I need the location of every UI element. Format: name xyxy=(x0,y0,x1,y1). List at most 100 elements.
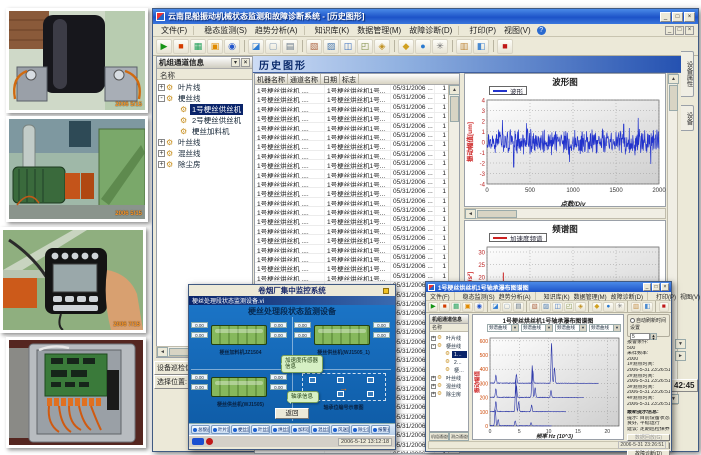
column-header[interactable]: 标志 xyxy=(340,74,359,84)
expand-toggle-icon[interactable]: + xyxy=(158,161,165,168)
table-row[interactable]: 1号梗丝烘丝机 .... 1号梗丝烘丝机1号... 05/31/2006 ...… xyxy=(255,179,450,188)
toolbar-button-icon[interactable]: ● xyxy=(603,302,613,312)
mdi-minimize-button[interactable]: _ xyxy=(665,26,674,35)
menu-item[interactable]: 打印(P) xyxy=(465,25,500,36)
toolbar-button-icon[interactable]: ◫ xyxy=(552,302,562,312)
column-header[interactable]: 机器名称 xyxy=(255,74,288,84)
scroll-up-icon[interactable]: ▲ xyxy=(449,85,460,95)
scada-inner-titlebar[interactable]: 梗丝处理段状态监测设备.vi xyxy=(189,296,395,305)
toolbar-button-icon[interactable] xyxy=(299,39,305,54)
expand-toggle-icon[interactable]: + xyxy=(431,392,436,397)
toolbar-button-icon[interactable]: ◉ xyxy=(224,39,240,54)
scada-outer-titlebar[interactable]: 卷烟厂集中监控系统 xyxy=(189,285,395,296)
toolbar-button-icon[interactable] xyxy=(490,39,496,54)
table-row[interactable]: 1号梗丝烘丝机 .... 1号梗丝烘丝机1号... 05/31/2006 ...… xyxy=(255,245,450,254)
menu-item[interactable] xyxy=(458,26,463,35)
toolbar-button-icon[interactable]: ✳ xyxy=(432,39,448,54)
table-row[interactable]: 1号梗丝烘丝机 .... 1号梗丝烘丝机1号... 05/31/2006 ...… xyxy=(255,188,450,197)
machine-graphic[interactable] xyxy=(211,377,267,397)
table-row[interactable]: 1号梗丝烘丝机 .... 1号梗丝烘丝机1号... 05/31/2006 ...… xyxy=(255,85,450,94)
spinner-buttons[interactable]: ▲▼ xyxy=(650,333,657,340)
tree-item[interactable]: 1号梗丝供丝机 xyxy=(431,350,467,358)
restore-button[interactable]: □ xyxy=(652,283,660,291)
taskbar-item[interactable]: 风送监控 xyxy=(331,425,350,434)
tree-item[interactable]: 1号梗丝供丝机 xyxy=(158,104,251,115)
toolbar-button-icon[interactable]: ◪ xyxy=(248,39,264,54)
scroll-thumb[interactable] xyxy=(477,210,517,218)
menu-item[interactable]: 数据管理(M) xyxy=(353,25,405,36)
menu-item[interactable] xyxy=(304,26,309,35)
toolbar-button-icon[interactable]: ✳ xyxy=(615,302,625,312)
toolbar-button-icon[interactable]: ◧ xyxy=(473,39,489,54)
taskbar-item[interactable]: 除尘监控 xyxy=(351,425,370,434)
table-row[interactable]: 1号梗丝烘丝机 .... 1号梗丝烘丝机1号... 05/31/2006 ...… xyxy=(255,170,450,179)
table-row[interactable]: 1号梗丝烘丝机 .... 1号梗丝烘丝机1号... 05/31/2006 ...… xyxy=(255,151,450,160)
scroll-down-button[interactable]: ▼ xyxy=(675,339,686,349)
taskbar-item[interactable]: 梗丝监控 xyxy=(231,425,250,434)
toolbar-button-icon[interactable]: ◉ xyxy=(474,302,484,312)
table-row[interactable]: 1号梗丝烘丝机 .... 1号梗丝烘丝机1号... 05/31/2006 ...… xyxy=(255,123,450,132)
menu-item[interactable]: 稳态监测(S) xyxy=(200,25,251,36)
table-row[interactable]: 1号梗丝烘丝机 .... 1号梗丝烘丝机1号... 05/31/2006 ...… xyxy=(255,207,450,216)
toolbar-button-icon[interactable]: ▦ xyxy=(451,302,461,312)
tree-item[interactable]: - 梗丝线 xyxy=(158,93,251,104)
spectrum-curve-dropdown[interactable]: 频谱曲线 ▼ xyxy=(589,324,621,332)
mdi-close-button[interactable]: × xyxy=(685,26,694,35)
toolbar-button-icon[interactable]: ▧ xyxy=(306,39,322,54)
column-header[interactable]: 通道名称 xyxy=(288,74,321,84)
minimize-dot-icon[interactable] xyxy=(383,288,389,294)
expand-toggle-icon[interactable]: + xyxy=(431,336,436,341)
menu-item[interactable]: 趋势分析(A) xyxy=(251,25,302,36)
menu-item[interactable]: 视图(V) xyxy=(678,292,701,301)
radio-icon[interactable] xyxy=(630,318,635,323)
table-row[interactable]: 1号梗丝烘丝机 .... 1号梗丝烘丝机1号... 05/31/2006 ...… xyxy=(255,451,450,454)
scroll-left-icon[interactable]: ◄ xyxy=(157,347,168,357)
toolbar-button-icon[interactable]: ▨ xyxy=(323,39,339,54)
tree-item[interactable]: + 除尘房 xyxy=(431,390,467,398)
taskbar-item[interactable]: 叶丝监控 xyxy=(251,425,270,434)
toolbar-button-icon[interactable] xyxy=(485,302,489,312)
menu-item[interactable] xyxy=(647,292,652,301)
table-row[interactable]: 1号梗丝烘丝机 .... 1号梗丝烘丝机1号... 05/31/2006 ...… xyxy=(255,235,450,244)
help-icon[interactable]: ? xyxy=(537,26,546,35)
table-row[interactable]: 1号梗丝烘丝机 .... 1号梗丝烘丝机1号... 05/31/2006 ...… xyxy=(255,263,450,272)
spectrum-curve-dropdown[interactable]: 频谱曲线 ▼ xyxy=(555,324,587,332)
toolbar-button-icon[interactable]: ■ xyxy=(659,302,669,312)
toolbar-button-icon[interactable]: ▥ xyxy=(456,39,472,54)
expand-toggle-icon[interactable]: + xyxy=(431,376,436,381)
toolbar-button-icon[interactable]: ▢ xyxy=(502,302,512,312)
toolbar-button-icon[interactable]: ▣ xyxy=(462,302,472,312)
toolbar-button-icon[interactable] xyxy=(391,39,397,54)
minimize-button[interactable]: _ xyxy=(660,12,671,22)
toolbar-button-icon[interactable]: ◆ xyxy=(398,39,414,54)
toolbar-button-icon[interactable]: ▦ xyxy=(190,39,206,54)
toolbar-button-icon[interactable] xyxy=(241,39,247,54)
toolbar-button-icon[interactable]: ◧ xyxy=(642,302,652,312)
toolbar-button-icon[interactable]: ▶ xyxy=(156,39,172,54)
toolbar-button-icon[interactable]: ◫ xyxy=(340,39,356,54)
toolbar-button-icon[interactable]: ▶ xyxy=(428,302,438,312)
tree-item[interactable]: + 除尘房 xyxy=(158,159,251,170)
spectrum-curve-dropdown[interactable]: 频谱曲线 ▼ xyxy=(487,324,519,332)
toolbar-button-icon[interactable]: ▨ xyxy=(541,302,551,312)
menu-item[interactable]: 文件(F) xyxy=(157,25,191,36)
menu-item[interactable]: 故障诊断(D) xyxy=(609,292,645,301)
toolbar-button-icon[interactable]: ● xyxy=(415,39,431,54)
tab-machine-channels[interactable]: 机组通道信息 xyxy=(429,432,449,441)
toolbar-button-icon[interactable]: ▤ xyxy=(282,39,298,54)
tree-item[interactable]: + 混丝线 xyxy=(431,382,467,390)
chart-hscrollbar[interactable]: ◄ xyxy=(464,208,666,219)
expand-toggle-icon[interactable]: + xyxy=(431,384,436,389)
table-row[interactable]: 1号梗丝烘丝机 .... 1号梗丝烘丝机1号... 05/31/2006 ...… xyxy=(255,198,450,207)
toolbar-button-icon[interactable] xyxy=(587,302,591,312)
machine-graphic[interactable] xyxy=(211,325,267,345)
toolbar-button-icon[interactable]: ▧ xyxy=(529,302,539,312)
table-row[interactable]: 1号梗丝烘丝机 .... 1号梗丝烘丝机1号... 05/31/2006 ...… xyxy=(255,132,450,141)
tree-item[interactable]: + 叶片线 xyxy=(431,334,467,342)
toolbar-button-icon[interactable]: ◈ xyxy=(374,39,390,54)
table-row[interactable]: 1号梗丝烘丝机 .... 1号梗丝烘丝机1号... 05/31/2006 ...… xyxy=(255,254,450,263)
toolbar-button-icon[interactable]: ▣ xyxy=(207,39,223,54)
menu-item[interactable] xyxy=(454,292,459,301)
toolbar-button-icon[interactable]: ■ xyxy=(439,302,449,312)
toolbar-button-icon[interactable]: ◪ xyxy=(490,302,500,312)
